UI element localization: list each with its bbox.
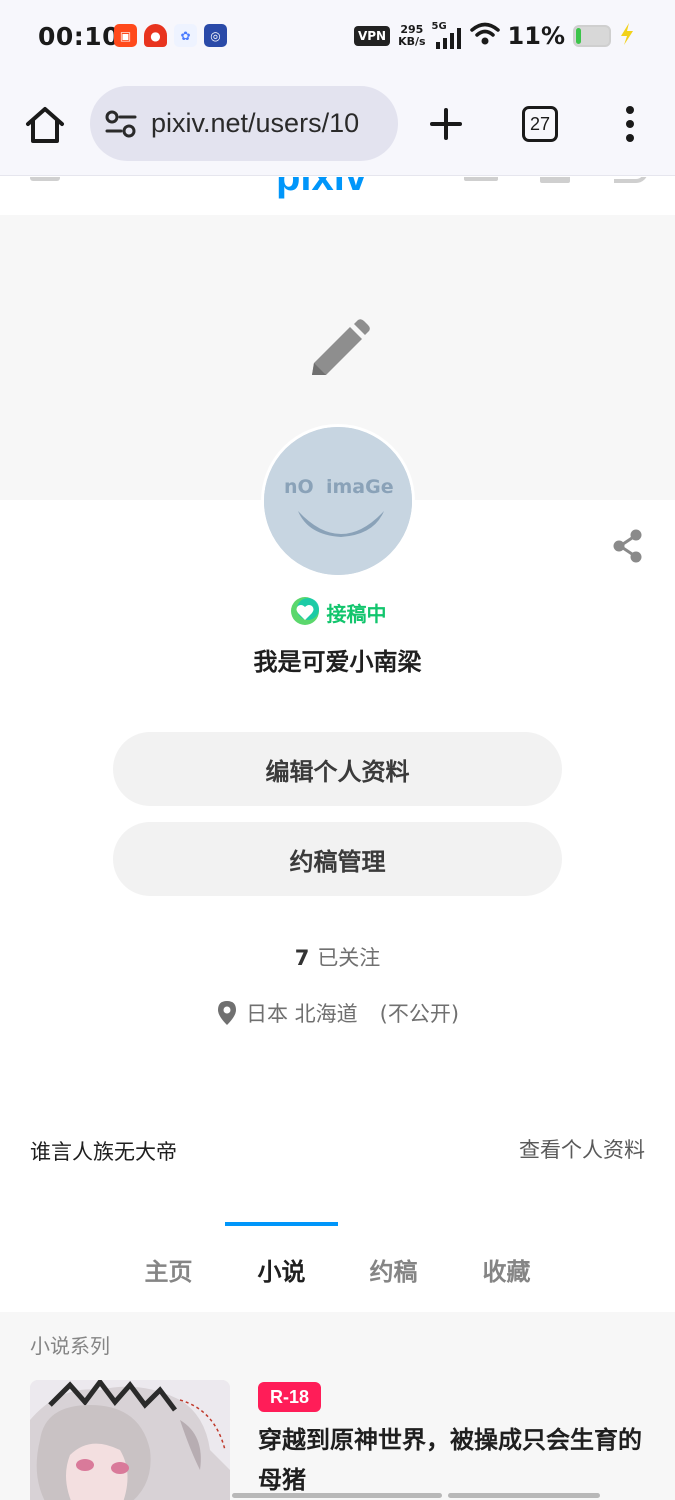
tab-bookmarks[interactable]: 收藏 [450,1252,563,1287]
header-icon[interactable] [464,177,498,181]
tab-novels[interactable]: 小说 [225,1252,338,1287]
status-indicators: VPN 295 KB/s 5G 11% [353,20,635,52]
series-title[interactable]: 穿越到原神世界，被操成只会生育的母猪 [258,1420,648,1500]
site-settings-icon[interactable] [105,110,137,138]
series-cover-illustration [30,1380,230,1500]
network-type: 5G [431,21,447,32]
tab-commissions[interactable]: 约稿 [337,1252,450,1287]
home-button[interactable] [22,104,68,146]
app-icon-blue: ◎ [204,24,227,47]
following-count: 7 [294,946,310,970]
url-text[interactable]: pixiv.net/users/10 [151,108,359,139]
scroll-indicator [232,1493,442,1498]
location-pin-icon [217,1001,236,1025]
wifi-icon [469,22,500,50]
signal-icon: 5G [431,21,462,49]
home-icon [26,107,64,143]
commission-manage-button[interactable]: 约稿管理 [113,822,562,896]
avatar[interactable]: nO imaGe [261,424,415,578]
status-time: 00:10 [38,22,121,51]
network-speed-unit: KB/s [398,35,426,48]
avatar-placeholder-text-left: nO [284,476,314,498]
novel-series-section: 小说系列 R-18 穿越到原神世界，被操成只会生育的母猪 [0,1312,675,1500]
app-icon-multicolor: ✿ [174,24,197,47]
plus-icon [430,108,462,140]
pixiv-logo[interactable]: pixiv [276,177,367,200]
r18-badge: R-18 [258,1382,322,1412]
address-bar[interactable]: pixiv.net/users/10 [90,86,398,161]
pencil-icon [312,319,370,375]
battery-icon [573,25,611,47]
avatar-placeholder-text-right: imaGe [326,476,394,498]
no-image-placeholder: nO imaGe [264,427,412,575]
share-icon [613,529,642,563]
hamburger-menu-icon[interactable] [30,177,60,181]
status-bar: 00:10 ▣ ● ✿ ◎ VPN 295 KB/s 5G 11% [0,0,675,72]
following-link[interactable]: 7 已关注 [0,942,675,972]
edit-profile-button[interactable]: 编辑个人资料 [113,732,562,806]
tab-home[interactable]: 主页 [112,1252,225,1287]
battery-percent: 11% [507,22,565,50]
series-cover-image[interactable] [30,1380,230,1500]
profile-bio: 谁言人族无大帝 [30,1140,177,1164]
notification-icons: ▣ ● ✿ ◎ [114,24,227,47]
vpn-badge: VPN [353,26,391,46]
commission-heart-icon [290,597,319,625]
new-tab-button[interactable] [428,106,464,142]
following-label: 已关注 [317,946,381,970]
browser-menu-button[interactable] [620,104,640,144]
network-speed: 295 KB/s [398,24,425,48]
commission-status-badge: 接稿中 [0,596,675,628]
edit-cover-button[interactable] [304,319,374,389]
pixiv-header: pixiv [0,177,675,215]
location-text: 日本 北海道 [245,1002,358,1026]
commission-status-text: 接稿中 [326,601,387,626]
scroll-indicator [448,1493,600,1498]
browser-toolbar: pixiv.net/users/10 27 [0,72,675,176]
share-button[interactable] [610,528,646,564]
notification-bell-icon[interactable] [540,177,570,183]
more-vertical-icon [626,106,634,142]
charging-icon [619,22,635,50]
profile-tabs: 主页 小说 约稿 收藏 [0,1226,675,1312]
series-heading: 小说系列 [30,1334,110,1358]
search-icon[interactable] [614,177,648,183]
view-profile-link[interactable]: 查看个人资料 [519,1134,645,1164]
tab-switcher-button[interactable]: 27 [522,106,558,142]
user-name: 我是可爱小南梁 [253,648,422,676]
app-icon-red: ● [144,24,167,47]
location: 日本 北海道 (不公开) [0,998,675,1028]
location-privacy: (不公开) [379,1002,460,1026]
app-icon-orange: ▣ [114,24,137,47]
